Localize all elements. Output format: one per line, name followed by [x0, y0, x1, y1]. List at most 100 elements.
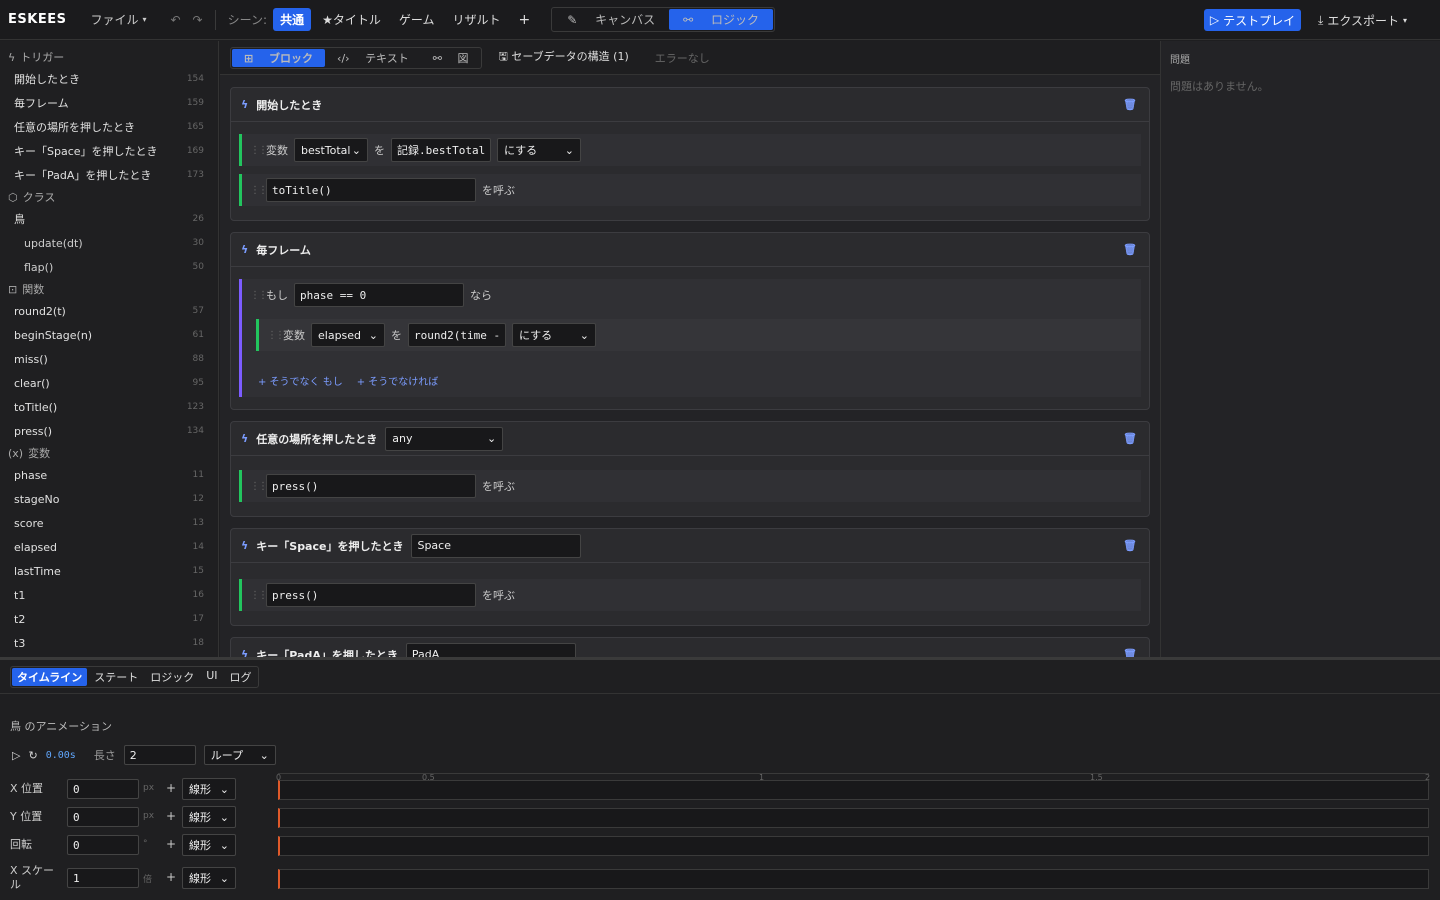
drag-handle-icon[interactable]: ⋮⋮: [250, 185, 268, 196]
export-label: エクスポート: [1327, 14, 1399, 28]
sidebar-item-label: キー「PadA」を押したとき: [14, 169, 152, 182]
add-scene-button[interactable]: +: [512, 9, 538, 31]
sidebar-item[interactable]: t1 16: [0, 583, 218, 607]
sidebar-item-label: score: [14, 516, 44, 530]
easing-select[interactable]: 線形 ⌄: [182, 806, 236, 828]
sidebar-item[interactable]: press() 134: [0, 419, 218, 443]
drag-handle-icon[interactable]: ⋮⋮: [250, 145, 268, 156]
sidebar-item[interactable]: stageNo 12: [0, 487, 218, 511]
add-keyframe-icon[interactable]: +: [166, 870, 176, 884]
key-input[interactable]: Space: [411, 533, 582, 558]
track-bar[interactable]: [278, 808, 1429, 828]
value-input[interactable]: round2(time - s: [408, 323, 506, 347]
sidebar-item-label: キー「Space」を押したとき: [14, 145, 158, 158]
track-bar[interactable]: [278, 836, 1429, 856]
export-button[interactable]: ⤓ エクスポート ▾: [1318, 12, 1407, 29]
trash-icon[interactable]: 🗑: [1123, 432, 1137, 445]
easing-select[interactable]: 線形 ⌄: [182, 867, 236, 889]
sidebar-item[interactable]: t2 17: [0, 607, 218, 631]
sidebar-item[interactable]: lastTime 15: [0, 559, 218, 583]
card-title: キー「Space」を押したとき: [256, 539, 404, 553]
set-variable-block: ⋮⋮ 変数 bestTotal ⌄ を 記録.bestTotal にする ⌄: [239, 134, 1141, 166]
easing-select[interactable]: 線形 ⌄: [182, 778, 236, 800]
drag-handle-icon[interactable]: ⋮⋮: [267, 330, 285, 341]
diagram-mode-button[interactable]: ⚯ 図: [421, 49, 481, 67]
sidebar-item[interactable]: clear() 95: [0, 371, 218, 395]
add-elif-link[interactable]: + そうでなく もし: [258, 373, 343, 388]
tab-timeline[interactable]: タイムライン: [12, 667, 88, 686]
scene-tab-result[interactable]: リザルト: [445, 8, 507, 31]
sidebar-item[interactable]: 開始したとき 154: [0, 67, 218, 91]
undo-icon[interactable]: ↶: [170, 13, 180, 27]
track-bar[interactable]: [278, 780, 1429, 800]
call-input[interactable]: toTitle(): [266, 178, 476, 202]
track-value-input[interactable]: 1: [67, 868, 139, 888]
text-mode-button[interactable]: ‹/› テキスト: [325, 49, 421, 67]
tab-state[interactable]: ステート: [89, 668, 143, 686]
sidebar-item[interactable]: キー「PadA」を押したとき 173: [0, 163, 218, 187]
sidebar-item[interactable]: 任意の場所を押したとき 165: [0, 115, 218, 139]
add-keyframe-icon[interactable]: +: [166, 809, 176, 823]
canvas-view-button[interactable]: ✎ キャンバス: [553, 9, 669, 30]
if-header: ⋮⋮ もし phase == 0 なら: [250, 283, 492, 307]
key-input[interactable]: PadA: [405, 642, 576, 657]
sidebar-item[interactable]: キー「Space」を押したとき 169: [0, 139, 218, 163]
file-menu[interactable]: ファイル ▾: [90, 11, 146, 28]
sidebar-item[interactable]: miss() 88: [0, 347, 218, 371]
sidebar-item[interactable]: 毎フレーム 159: [0, 91, 218, 115]
condition-input[interactable]: phase == 0: [294, 283, 464, 307]
trash-icon[interactable]: 🗑: [1123, 539, 1137, 552]
sidebar-item[interactable]: round2(t) 57: [0, 299, 218, 323]
call-input[interactable]: press(): [266, 583, 476, 607]
sidebar-item[interactable]: phase 11: [0, 463, 218, 487]
drag-handle-icon[interactable]: ⋮⋮: [250, 590, 268, 601]
block-mode-button[interactable]: ⊞ ブロック: [232, 48, 326, 67]
variable-select[interactable]: bestTotal ⌄: [294, 138, 368, 162]
trash-icon[interactable]: 🗑: [1123, 648, 1137, 657]
operation-select[interactable]: にする ⌄: [512, 323, 596, 347]
save-structure-button[interactable]: 🖫 セーブデータの構造 (1): [498, 48, 628, 67]
sidebar-item[interactable]: elapsed 14: [0, 535, 218, 559]
scene-tab-common[interactable]: 共通: [273, 8, 312, 31]
trash-icon[interactable]: 🗑: [1123, 98, 1137, 111]
tab-log[interactable]: ログ: [225, 668, 257, 686]
editor-mode-toggle: ⊞ ブロック ‹/› テキスト ⚯ 図: [230, 46, 483, 69]
scene-tab-game[interactable]: ゲーム: [392, 8, 442, 31]
sidebar-item[interactable]: toTitle() 123: [0, 395, 218, 419]
test-play-button[interactable]: ▷ テストプレイ: [1204, 9, 1301, 31]
loop-select[interactable]: ループ ⌄: [203, 745, 276, 765]
tab-logic[interactable]: ロジック: [145, 668, 199, 686]
scene-tab-title[interactable]: ★タイトル: [315, 8, 388, 31]
variable-select[interactable]: elapsed ⌄: [311, 323, 385, 347]
operation-select[interactable]: にする ⌄: [497, 138, 581, 162]
add-else-link[interactable]: + そうでなければ: [357, 373, 439, 388]
sidebar-item[interactable]: flap() 50: [0, 255, 218, 279]
track-value-input[interactable]: 0: [67, 779, 139, 799]
sidebar-item[interactable]: t3 18: [0, 631, 218, 655]
add-keyframe-icon[interactable]: +: [166, 837, 176, 851]
sidebar-item[interactable]: score 13: [0, 511, 218, 535]
easing-select[interactable]: 線形 ⌄: [182, 834, 236, 856]
call-input[interactable]: press(): [266, 474, 476, 498]
trash-icon[interactable]: 🗑: [1123, 243, 1137, 256]
pointer-select[interactable]: any ⌄: [385, 426, 504, 451]
tab-ui[interactable]: UI: [201, 668, 222, 686]
sidebar-item[interactable]: update(dt) 30: [0, 231, 218, 255]
drag-handle-icon[interactable]: ⋮⋮: [250, 481, 268, 492]
track-value-input[interactable]: 0: [67, 835, 139, 855]
value-input[interactable]: 記録.bestTotal: [391, 138, 491, 162]
trigger-card-key-space: ϟ キー「Space」を押したとき Space 🗑 ⋮⋮ press() を呼ぶ: [230, 528, 1150, 626]
redo-icon[interactable]: ↷: [193, 13, 203, 27]
sidebar-item[interactable]: beginStage(n) 61: [0, 323, 218, 347]
track-value-input[interactable]: 0: [67, 807, 139, 827]
drag-handle-icon[interactable]: ⋮⋮: [250, 290, 268, 301]
logic-view-button[interactable]: ⚯ ロジック: [669, 9, 774, 30]
sidebar-item[interactable]: 鳥 26: [0, 207, 218, 231]
track-bar[interactable]: [278, 869, 1429, 889]
add-keyframe-icon[interactable]: +: [166, 781, 176, 795]
play-icon[interactable]: ▷: [12, 749, 20, 762]
card-header: ϟ 任意の場所を押したとき any ⌄ 🗑: [231, 422, 1149, 456]
loop-reset-icon[interactable]: ↻: [28, 749, 37, 762]
length-input[interactable]: 2: [123, 745, 196, 765]
variable-icon: (x): [8, 446, 24, 460]
